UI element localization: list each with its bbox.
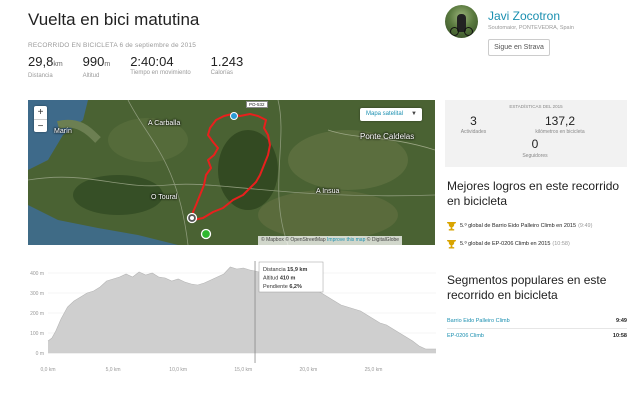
map-type-dropdown[interactable]: Mapa satelital ▼ xyxy=(360,108,422,121)
year-stats-card: ESTADÍSTICAS DEL 2015 3 Actividades 137,… xyxy=(445,100,627,167)
achievement-text: 5.º global de EP-0206 Climb en 2015 xyxy=(460,241,551,247)
achievement-text: 5.º global de Barrio Eido Palleiro Climb… xyxy=(460,223,577,229)
stat-value: 990 xyxy=(82,54,105,69)
y-tick-label: 300 m xyxy=(30,291,44,297)
segment-name[interactable]: EP-0206 Climb xyxy=(447,333,484,339)
zoom-out-button[interactable]: − xyxy=(34,119,47,132)
tooltip-row: Altitud 410 m xyxy=(263,276,296,282)
tooltip-value: 6,2% xyxy=(289,284,302,290)
stat-elevation: 990m Altitud xyxy=(82,54,111,80)
y-tick-label: 400 m xyxy=(30,271,44,277)
athlete-location: Soutomaior, PONTEVEDRA, Spain xyxy=(488,25,574,31)
segment-name[interactable]: Barrio Eido Palleiro Climb xyxy=(447,318,510,324)
stat-value: 2:40:04 xyxy=(130,54,174,69)
stat-unit: m xyxy=(104,61,111,68)
segment-time: 10:58 xyxy=(612,333,627,339)
elevation-profile[interactable]: 400 m 300 m 200 m 100 m 0 m 0,0 km 5,0 km 10,0 … xyxy=(28,258,438,378)
segment-time: 9:49 xyxy=(615,318,627,324)
activities-label: Actividades xyxy=(460,129,487,135)
tooltip-label: Distancia xyxy=(263,267,287,273)
y-tick-label: 0 m xyxy=(36,351,44,357)
y-tick-label: 100 m xyxy=(30,331,44,337)
x-tick-label: 5,0 km xyxy=(106,367,121,373)
elevation-chart: 400 m 300 m 200 m 100 m 0 m 0,0 km 5,0 km 10,0 … xyxy=(30,261,436,373)
x-tick-label: 10,0 km xyxy=(169,367,187,373)
map-attribution: © Mapbox © OpenStreetMap Improve this ma… xyxy=(258,236,403,245)
elevation-area xyxy=(48,267,436,353)
athlete-name[interactable]: Javi Zocotron xyxy=(488,9,560,23)
stat-distance: 29,8km Distancia xyxy=(28,54,63,80)
route-start-marker xyxy=(200,228,212,240)
tooltip-label: Pendiente xyxy=(263,284,289,290)
stat-label: Altitud xyxy=(82,73,100,79)
stat-value: 1.243 xyxy=(210,54,244,69)
divider xyxy=(447,328,627,329)
place-label: Ponte Caldelas xyxy=(360,132,415,141)
tooltip-value: 15,9 km xyxy=(287,267,307,273)
achievement-time: (10:58) xyxy=(552,241,570,247)
place-label: Marín xyxy=(54,128,72,135)
avatar[interactable] xyxy=(445,5,478,38)
achievements-heading: Mejores logros en este recorrido en bici… xyxy=(447,179,620,208)
activities-count: 3 xyxy=(470,114,477,128)
place-label: A Carballa xyxy=(148,120,181,127)
tooltip-value: 410 m xyxy=(280,276,296,282)
stat-label: Calorías xyxy=(210,70,234,76)
stat-moving-time: 2:40:04 Tiempo en movimiento xyxy=(130,55,190,79)
achievement-item: 5.º global de EP-0206 Climb en 2015 (10:… xyxy=(447,239,570,249)
activity-title: Vuelta en bici matutina xyxy=(28,10,200,29)
year-stats-header: ESTADÍSTICAS DEL 2015 xyxy=(509,104,563,109)
road-label: PO-532 xyxy=(246,101,268,108)
stat-value: 29,8 xyxy=(28,54,54,69)
activity-stats: 29,8km Distancia 990m Altitud 2:40:04 Ti… xyxy=(28,54,263,80)
x-tick-label: 25,0 km xyxy=(365,367,383,373)
attribution-text: © DigitalGlobe xyxy=(365,237,400,243)
tooltip-row: Distancia 15,9 km xyxy=(263,267,307,273)
trophy-icon xyxy=(447,239,456,249)
route-map[interactable]: + − Mapa satelital ▼ PO-532 Marín A Carb… xyxy=(28,100,435,245)
follow-button[interactable]: Sigue en Strava xyxy=(488,39,550,56)
followers-count: 0 xyxy=(531,137,539,151)
segments-heading: Segmentos populares en este recorrido en… xyxy=(447,273,607,302)
km-total: 137,2 xyxy=(544,114,576,128)
activity-date: 6 de septiembre de 2015 xyxy=(119,42,197,49)
wheel-icon xyxy=(464,27,473,36)
activity-type-label: RECORRIDO EN BICICLETA xyxy=(28,42,118,49)
zoom-controls: + − xyxy=(34,106,47,132)
y-tick-label: 200 m xyxy=(30,311,44,317)
stat-unit: km xyxy=(53,61,63,68)
followers-label: Seguidores xyxy=(522,153,548,159)
segment-row[interactable]: EP-0206 Climb 10:58 xyxy=(447,331,627,341)
activity-meta: RECORRIDO EN BICICLETA 6 de septiembre d… xyxy=(28,42,196,49)
trophy-icon xyxy=(447,221,456,231)
zoom-in-button[interactable]: + xyxy=(34,106,47,119)
x-tick-label: 20,0 km xyxy=(300,367,318,373)
improve-map-link[interactable]: Improve this map xyxy=(327,237,365,243)
stat-label: Distancia xyxy=(28,73,53,79)
x-tick-label: 0,0 km xyxy=(40,367,55,373)
position-marker xyxy=(230,112,238,120)
tooltip-label: Altitud xyxy=(263,276,280,282)
achievement-time: (9:49) xyxy=(578,223,593,229)
km-label: kilómetros en bicicleta xyxy=(535,129,585,135)
place-label: A Insua xyxy=(316,188,340,195)
caret-down-icon: ▼ xyxy=(411,111,417,117)
place-label: O Toural xyxy=(151,194,178,201)
segment-row[interactable]: Barrio Eido Palleiro Climb 9:49 xyxy=(447,316,627,326)
stat-label: Tiempo en movimiento xyxy=(130,70,191,76)
satellite-imagery xyxy=(28,100,435,245)
achievement-item: 5.º global de Barrio Eido Palleiro Climb… xyxy=(447,221,592,231)
tooltip-row: Pendiente 6,2% xyxy=(263,284,302,290)
attribution-text: © Mapbox © OpenStreetMap xyxy=(261,237,328,243)
stat-calories: 1.243 Calorías xyxy=(211,55,244,79)
map-type-label: Mapa satelital xyxy=(366,111,404,117)
x-tick-label: 15,0 km xyxy=(234,367,252,373)
wheel-icon xyxy=(450,27,459,36)
